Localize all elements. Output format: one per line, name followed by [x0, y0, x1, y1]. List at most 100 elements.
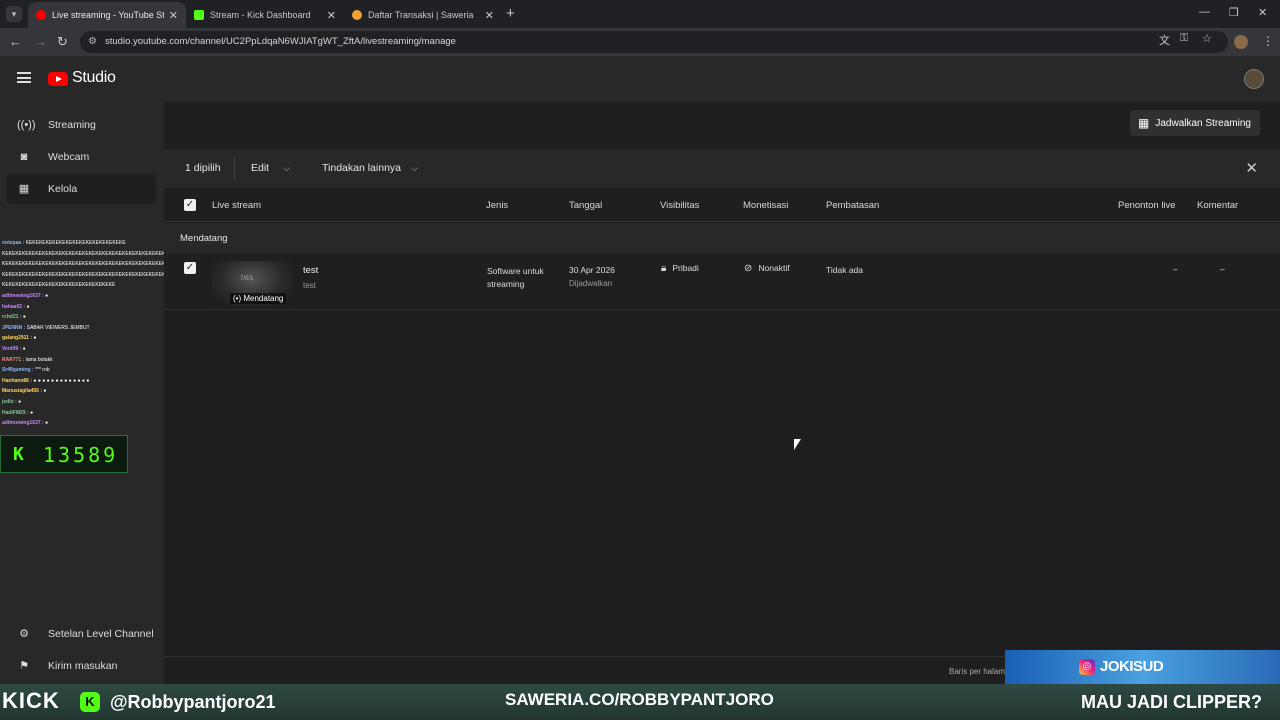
browser-tab-bar: ▾ Live streaming - YouTube Studio ✕ Stre… — [0, 0, 1280, 28]
chat-text: KEKEKEKEKEKEKEKEKEKEKEKEKEKEKEKEKEKEKEKE… — [2, 261, 183, 268]
tab-search-button[interactable]: ▾ — [6, 6, 22, 22]
monetization-status[interactable]: ⊘ Nonaktif — [744, 263, 790, 274]
address-bar: ← → ↻ ⚙ studio.youtube.com/channel/UC2Pp… — [0, 28, 1280, 56]
chat-text: ● — [22, 345, 26, 352]
selected-count: 1 dipilih — [185, 162, 221, 174]
sidebar-item-channel-settings[interactable]: ⚙ Setelan Level Channel — [0, 619, 158, 649]
lock-icon: 🔒︎ — [661, 263, 667, 274]
stream-date: 30 Apr 2026 — [569, 265, 615, 275]
comments-value: – — [1220, 264, 1225, 274]
column-date[interactable]: Tanggal — [569, 200, 602, 211]
selection-action-bar: 1 dipilih Edit ⌵ Tindakan lainnya ⌵ ✕ — [164, 149, 1280, 188]
tab-saweria[interactable]: Daftar Transaksi | Saweria ✕ — [344, 2, 502, 28]
tab-kick-dashboard[interactable]: Stream - Kick Dashboard ✕ — [186, 2, 344, 28]
chat-username: JPENNN : — [2, 324, 27, 331]
chat-username: hahaa02 : — [2, 303, 27, 310]
chat-text: KEKEKEKEKEKEKEKEKEKEKEKEKEKEKEKEKEKEKEKE… — [2, 271, 183, 278]
chat-text: KEKEKEKEKEKEKEKEKEKEKEKEKEKEKE — [25, 240, 126, 246]
chat-username: Sr48gaming : — [2, 367, 36, 374]
close-selection-icon[interactable]: ✕ — [1245, 159, 1258, 177]
chat-text: ● — [45, 292, 49, 299]
divider — [234, 157, 235, 181]
chat-username: RAR771 : — [2, 356, 26, 363]
chat-username: Manusiagila456 : — [2, 388, 44, 395]
column-comments[interactable]: Komentar — [1197, 200, 1238, 211]
saweria-favicon-icon — [352, 10, 362, 20]
chat-text: ● — [22, 314, 26, 321]
account-avatar[interactable] — [1244, 69, 1264, 89]
viewer-count: 13589 — [43, 443, 119, 467]
sidebar-item-webcam[interactable]: ◙ Webcam — [0, 142, 158, 172]
chat-text: *** rob — [35, 367, 50, 374]
close-icon[interactable]: ✕ — [485, 9, 494, 22]
kick-logo-icon: K — [13, 444, 24, 465]
new-tab-button[interactable]: + — [506, 5, 515, 22]
table-header: ✓ Live stream Jenis Tanggal Visibilitas … — [164, 189, 1280, 222]
close-icon[interactable]: ✕ — [169, 9, 178, 22]
bookmark-star-icon[interactable]: ☆ — [1202, 32, 1212, 45]
password-key-icon[interactable]: ⚿ — [1180, 32, 1188, 45]
more-actions-dropdown[interactable]: Tindakan lainnya ⌵ — [322, 162, 418, 174]
youtube-logo-icon[interactable] — [48, 72, 68, 86]
chevron-down-icon: ⌵ — [283, 163, 290, 173]
calendar-icon: ▦ — [1138, 116, 1150, 130]
visibility-dropdown[interactable]: 🔒︎ Pribadi — [661, 263, 699, 274]
chat-username: aditmewing1637 : — [2, 292, 46, 299]
chat-username: galang2911 : — [2, 335, 34, 342]
stream-title[interactable]: test — [303, 265, 318, 276]
sidebar-item-send-feedback[interactable]: ⚑ Kirim masukan — [0, 651, 158, 681]
sidebar-item-streaming[interactable]: ((•)) Streaming — [0, 110, 158, 140]
stream-description: test — [303, 281, 316, 290]
chat-username: notepaa : — [2, 240, 26, 246]
browser-menu-icon[interactable]: ⋮ — [1262, 34, 1274, 48]
column-monetization[interactable]: Monetisasi — [743, 200, 788, 211]
edit-dropdown[interactable]: Edit ⌵ — [251, 162, 290, 174]
chat-text: KEKEKEKEKEKEKEKEKEKEKEKEKEKEKEKEKEKEKEKE… — [2, 250, 183, 257]
schedule-stream-button[interactable]: ▦ Jadwalkan Streaming — [1130, 110, 1260, 136]
window-close-button[interactable]: ✕ — [1258, 6, 1267, 19]
column-restrictions[interactable]: Pembatasan — [826, 200, 879, 211]
calendar-icon: ▦ — [18, 183, 30, 195]
reload-icon[interactable]: ↻ — [57, 34, 68, 50]
forward-icon[interactable]: → — [34, 34, 47, 49]
minimize-button[interactable]: — — [1199, 6, 1210, 18]
section-upcoming: Mendatang — [164, 223, 1280, 253]
restriction-status: Tidak ada — [826, 265, 864, 275]
live-viewers-value: – — [1173, 264, 1178, 274]
column-type[interactable]: Jenis — [486, 200, 508, 211]
studio-logo-text[interactable]: Studio — [72, 69, 116, 87]
chat-text: ● — [30, 409, 34, 416]
chat-username: aditmewing1637 : — [2, 420, 46, 427]
tab-youtube-studio[interactable]: Live streaming - YouTube Studio ✕ — [28, 2, 186, 28]
translate-icon[interactable]: 文 — [1159, 32, 1170, 48]
site-info-icon[interactable]: ⚙ — [88, 36, 97, 47]
column-live-viewers[interactable]: Penonton live — [1118, 200, 1176, 211]
chat-text: ● — [45, 420, 49, 427]
row-checkbox[interactable]: ✓ — [184, 262, 196, 274]
chat-text: KEKEKEKEKEKEKEKEKEKEKEKEKEKEKEKEKE — [2, 282, 116, 289]
chat-username: HadiFM29 : — [2, 409, 31, 416]
stream-type: Software untuk streaming — [487, 266, 544, 289]
status-badge: (•) Mendatang — [230, 293, 287, 304]
instagram-icon: ◎ — [1079, 659, 1095, 675]
back-icon[interactable]: ← — [9, 34, 22, 49]
gear-icon: ⚙ — [19, 628, 29, 640]
kick-wordmark: KICK — [2, 688, 60, 713]
close-icon[interactable]: ✕ — [327, 9, 336, 22]
stream-thumbnail[interactable]: 7/0/1 (•) Mendatang — [212, 261, 292, 306]
select-all-checkbox[interactable]: ✓ — [184, 199, 196, 211]
feedback-icon: ⚑ — [19, 660, 29, 672]
url-input[interactable]: ⚙ studio.youtube.com/channel/UC2PpLdqaN6… — [80, 31, 1228, 53]
chat-username: Hanhann86 : — [2, 377, 34, 384]
column-live-stream[interactable]: Live stream — [212, 200, 261, 211]
monetization-off-icon: ⊘ — [744, 263, 753, 274]
instagram-handle: JOKISUD — [1100, 658, 1164, 675]
main-content: ▦ Jadwalkan Streaming 1 dipilih Edit ⌵ Ti… — [164, 102, 1280, 684]
table-row[interactable]: ✓ 7/0/1 (•) Mendatang test test Software… — [164, 253, 1280, 310]
sidebar-item-kelola[interactable]: ▦ Kelola — [6, 174, 156, 204]
column-visibility[interactable]: Visibilitas — [660, 200, 699, 211]
restore-button[interactable]: ❐ — [1229, 6, 1239, 19]
chat-text: ● — [33, 335, 37, 342]
menu-hamburger-icon[interactable] — [17, 72, 31, 83]
browser-profile-avatar[interactable] — [1234, 35, 1248, 49]
